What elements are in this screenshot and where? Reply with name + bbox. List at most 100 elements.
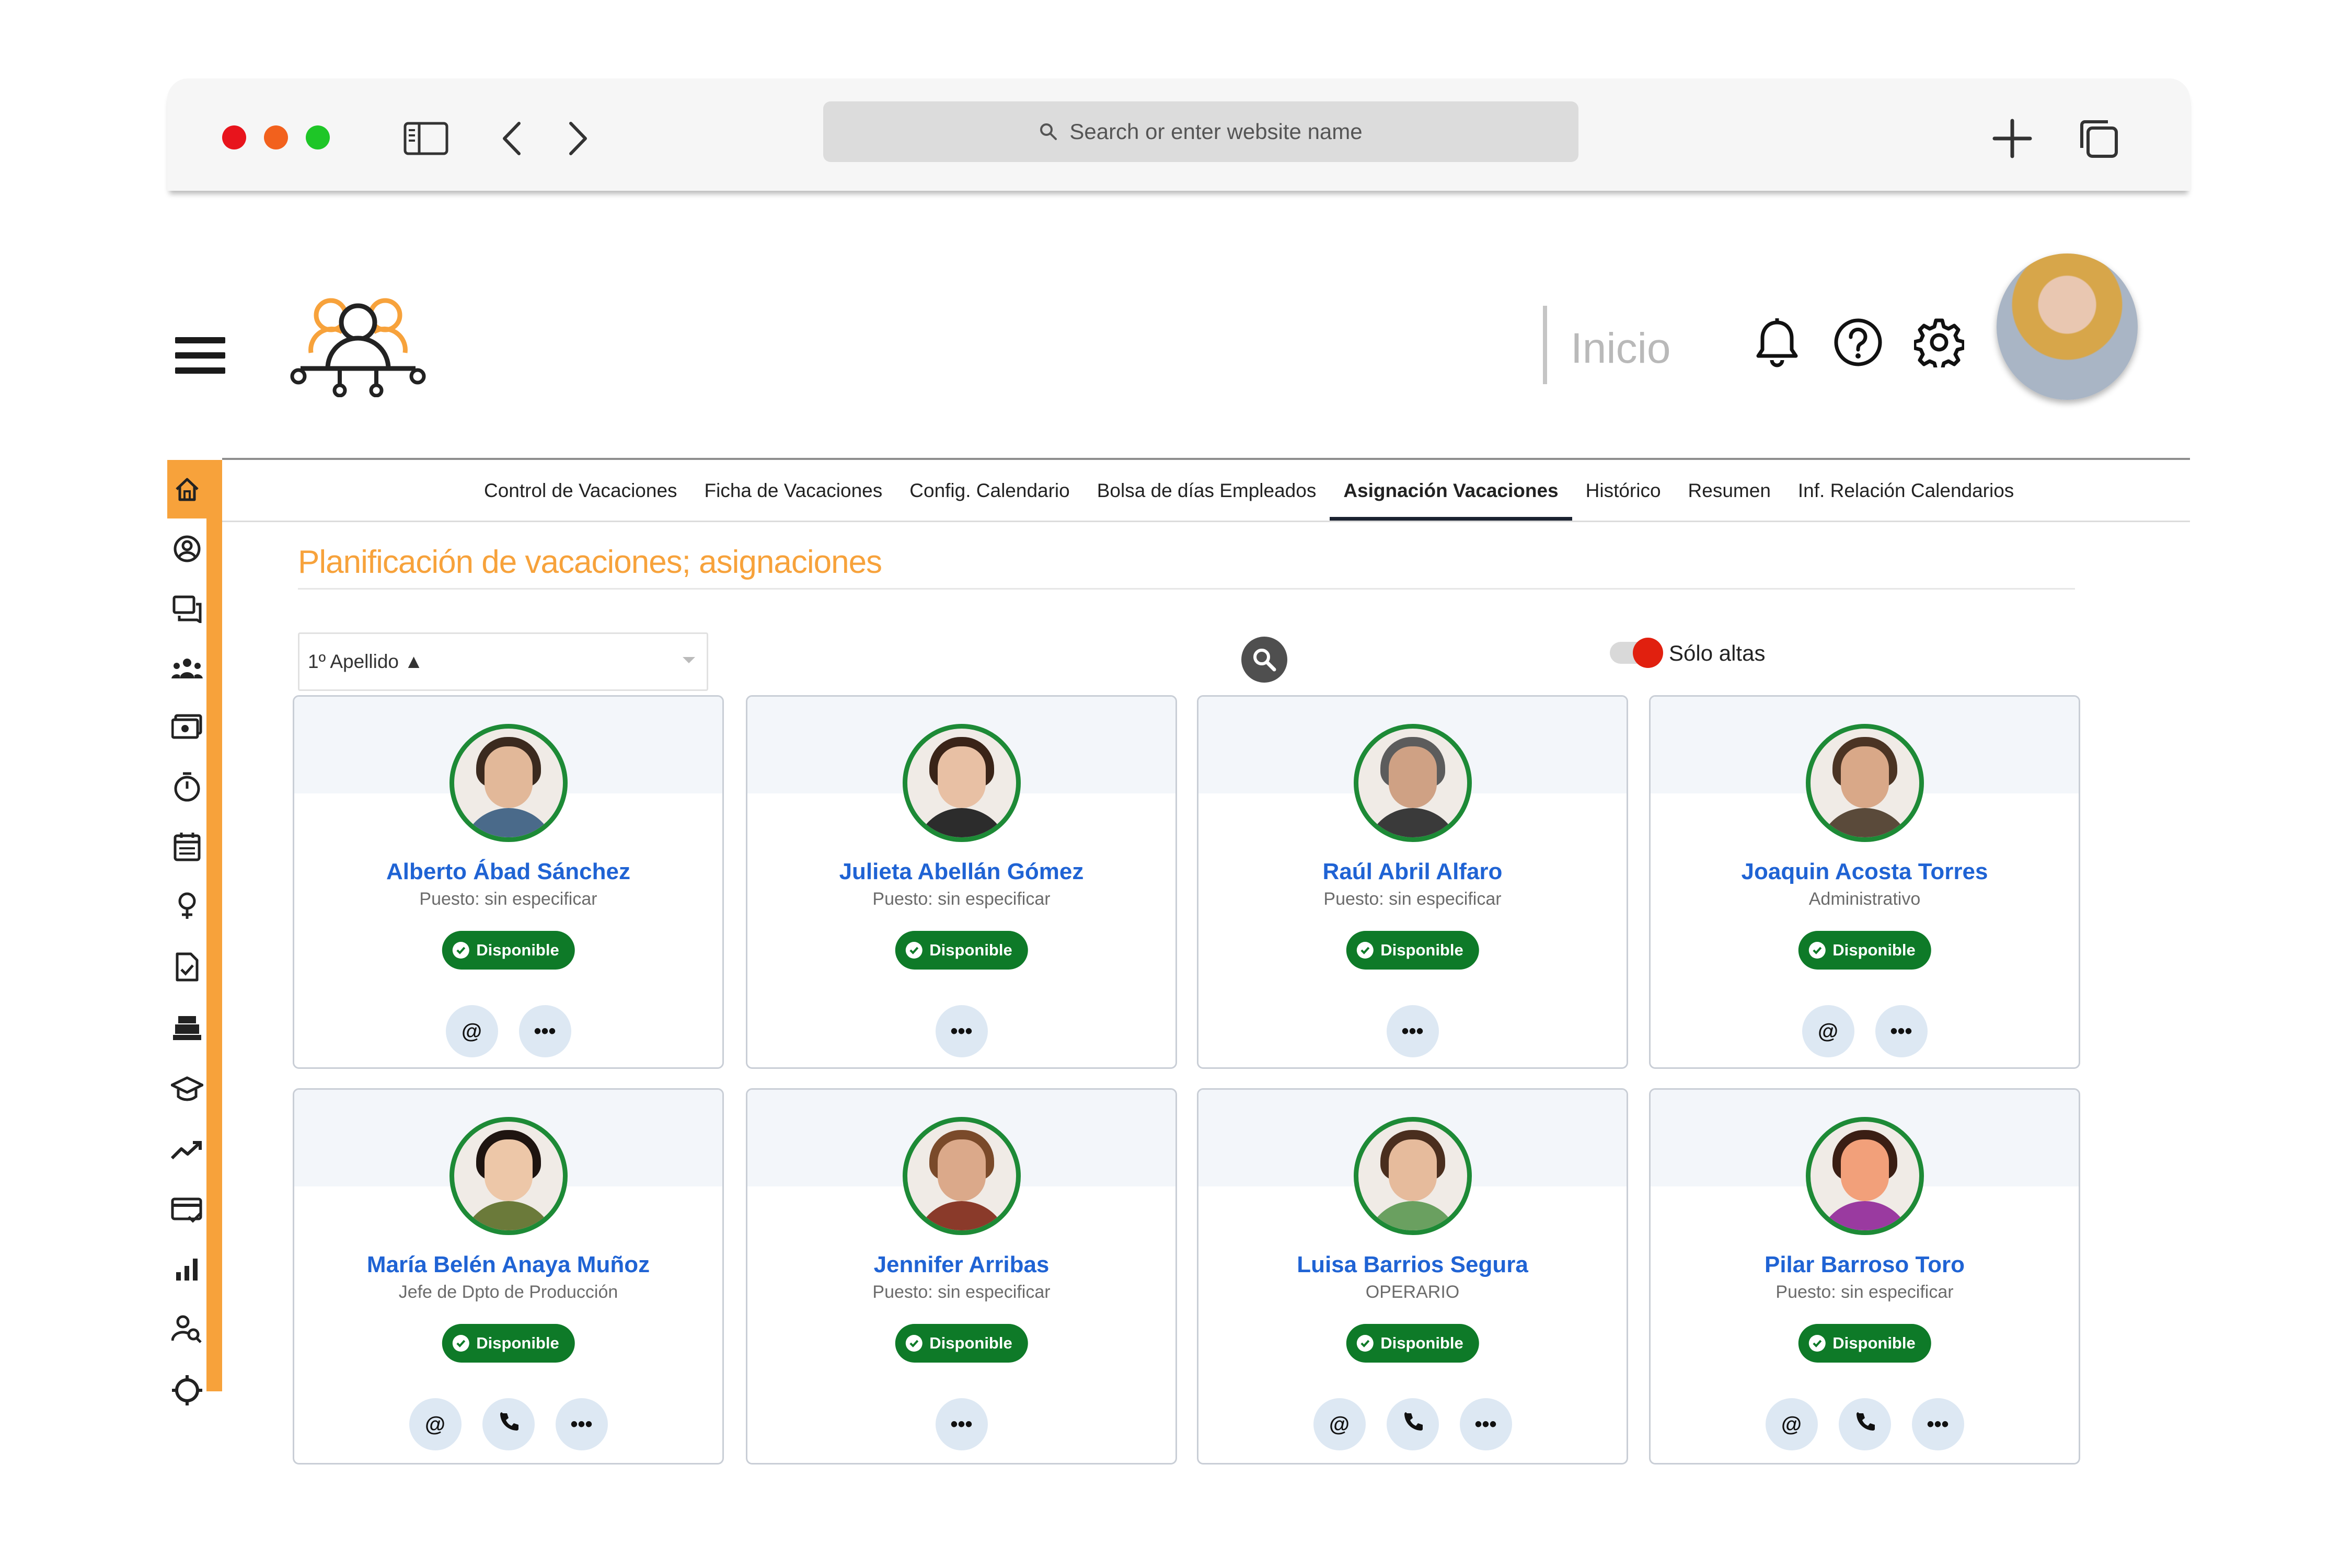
card-actions: @ ••• xyxy=(1651,1398,2079,1450)
sidebar-toggle-icon[interactable] xyxy=(402,115,449,162)
card-icon[interactable] xyxy=(167,1192,206,1228)
employee-name[interactable]: Pilar Barroso Toro xyxy=(1651,1252,2079,1278)
user-avatar[interactable] xyxy=(1997,253,2138,400)
card-actions: ••• xyxy=(747,1398,1175,1450)
employee-name[interactable]: María Belén Anaya Muñoz xyxy=(294,1252,722,1278)
employee-role: Puesto: sin especificar xyxy=(1775,1282,1954,1302)
employee-name[interactable]: Jennifer Arribas xyxy=(747,1252,1175,1278)
status-badge: Disponible xyxy=(1798,931,1931,970)
tab-resumen[interactable]: Resumen xyxy=(1675,460,1784,522)
check-circle-icon xyxy=(1808,1335,1826,1352)
photo-face xyxy=(1388,746,1437,808)
employee-card[interactable]: Luisa Barrios Segura OPERARIO Disponible… xyxy=(1197,1088,1628,1465)
chevron-down-icon xyxy=(683,657,695,663)
status-badge: Disponible xyxy=(895,931,1028,970)
email-icon: @ xyxy=(424,1412,445,1436)
employee-name[interactable]: Julieta Abellán Gómez xyxy=(747,859,1175,885)
phone-button[interactable] xyxy=(1838,1398,1891,1450)
employee-name[interactable]: Alberto Ábad Sánchez xyxy=(294,859,722,885)
location-icon[interactable] xyxy=(167,887,206,924)
address-bar[interactable]: Search or enter website name xyxy=(823,101,1578,162)
more-button[interactable]: ••• xyxy=(935,1005,988,1057)
check-circle-icon xyxy=(1356,1335,1374,1352)
more-button[interactable]: ••• xyxy=(518,1005,571,1057)
status-badge: Disponible xyxy=(1798,1324,1931,1363)
bell-icon[interactable] xyxy=(1748,314,1806,371)
home-icon[interactable] xyxy=(167,460,206,518)
close-window-button[interactable] xyxy=(222,125,246,149)
email-button[interactable]: @ xyxy=(445,1005,498,1057)
tab-config-calendario[interactable]: Config. Calendario xyxy=(896,460,1083,522)
user-search-icon[interactable] xyxy=(167,1311,206,1347)
search-button[interactable] xyxy=(1241,637,1287,683)
tab-control-vacaciones[interactable]: Control de Vacaciones xyxy=(470,460,691,522)
employee-card[interactable]: Joaquin Acosta Torres Administrativo Dis… xyxy=(1649,695,2080,1069)
sort-select[interactable]: 1º Apellido ▲ xyxy=(298,632,708,691)
more-icon: ••• xyxy=(1890,1019,1912,1043)
employee-card[interactable]: Pilar Barroso Toro Puesto: sin especific… xyxy=(1649,1088,2080,1465)
module-tabs: Control de Vacaciones Ficha de Vacacione… xyxy=(470,460,2027,522)
maximize-window-button[interactable] xyxy=(306,125,330,149)
settings-gear-icon[interactable] xyxy=(1910,314,1968,371)
bar-chart-icon[interactable] xyxy=(167,1250,206,1287)
more-button[interactable]: ••• xyxy=(1911,1398,1964,1450)
new-tab-icon[interactable] xyxy=(1989,115,2036,162)
hamburger-menu-icon[interactable] xyxy=(175,337,225,374)
status-label: Disponible xyxy=(1832,941,1916,959)
tab-asignacion-vacaciones[interactable]: Asignación Vacaciones xyxy=(1330,460,1572,522)
photo-body xyxy=(461,1201,556,1230)
more-button[interactable]: ••• xyxy=(555,1398,608,1450)
status-label: Disponible xyxy=(929,941,1012,959)
tab-ficha-vacaciones[interactable]: Ficha de Vacaciones xyxy=(691,460,896,522)
employee-card[interactable]: Alberto Ábad Sánchez Puesto: sin especif… xyxy=(293,695,724,1069)
back-arrow-icon[interactable] xyxy=(489,115,536,162)
tab-bolsa-dias[interactable]: Bolsa de días Empleados xyxy=(1083,460,1330,522)
more-button[interactable]: ••• xyxy=(935,1398,988,1450)
timer-icon[interactable] xyxy=(167,768,206,805)
email-button[interactable]: @ xyxy=(1313,1398,1366,1450)
employee-photo xyxy=(449,724,568,842)
crosshair-icon[interactable] xyxy=(167,1372,206,1409)
team-icon[interactable] xyxy=(167,650,206,686)
breadcrumb-home[interactable]: Inicio xyxy=(1571,324,1670,373)
photo-body xyxy=(1365,1201,1460,1230)
document-check-icon[interactable] xyxy=(167,949,206,985)
tab-overview-icon[interactable] xyxy=(2075,115,2122,162)
help-icon[interactable] xyxy=(1829,314,1887,371)
employee-card[interactable]: María Belén Anaya Muñoz Jefe de Dpto de … xyxy=(293,1088,724,1465)
solo-altas-toggle[interactable] xyxy=(1610,638,1663,668)
email-button[interactable]: @ xyxy=(1802,1005,1854,1057)
email-button[interactable]: @ xyxy=(1765,1398,1818,1450)
employee-role: OPERARIO xyxy=(1365,1282,1460,1302)
user-circle-icon[interactable] xyxy=(167,531,206,567)
more-icon: ••• xyxy=(570,1412,593,1436)
forward-arrow-icon[interactable] xyxy=(554,115,601,162)
employee-card[interactable]: Jennifer Arribas Puesto: sin especificar… xyxy=(746,1088,1177,1465)
more-button[interactable]: ••• xyxy=(1875,1005,1928,1057)
status-badge: Disponible xyxy=(895,1324,1028,1363)
employee-photo xyxy=(902,1117,1021,1235)
calendar-icon[interactable] xyxy=(167,828,206,865)
tab-inf-relacion-calendarios[interactable]: Inf. Relación Calendarios xyxy=(1784,460,2027,522)
check-circle-icon xyxy=(452,942,469,959)
employee-name[interactable]: Luisa Barrios Segura xyxy=(1198,1252,1627,1278)
minimize-window-button[interactable] xyxy=(264,125,288,149)
phone-button[interactable] xyxy=(482,1398,535,1450)
status-label: Disponible xyxy=(1380,941,1463,959)
employee-name[interactable]: Joaquin Acosta Torres xyxy=(1651,859,2079,885)
register-icon[interactable] xyxy=(167,1010,206,1046)
tab-historico[interactable]: Histórico xyxy=(1572,460,1675,522)
more-button[interactable]: ••• xyxy=(1459,1398,1512,1450)
chat-icon[interactable] xyxy=(167,591,206,627)
payroll-icon[interactable] xyxy=(167,708,206,745)
trend-icon[interactable] xyxy=(167,1132,206,1168)
employee-name[interactable]: Raúl Abril Alfaro xyxy=(1198,859,1627,885)
employee-card[interactable]: Raúl Abril Alfaro Puesto: sin especifica… xyxy=(1197,695,1628,1069)
status-badge: Disponible xyxy=(442,931,575,970)
graduation-icon[interactable] xyxy=(167,1070,206,1107)
email-button[interactable]: @ xyxy=(409,1398,462,1450)
more-button[interactable]: ••• xyxy=(1386,1005,1439,1057)
phone-button[interactable] xyxy=(1386,1398,1439,1450)
employee-card[interactable]: Julieta Abellán Gómez Puesto: sin especi… xyxy=(746,695,1177,1069)
header-divider xyxy=(1543,306,1547,384)
